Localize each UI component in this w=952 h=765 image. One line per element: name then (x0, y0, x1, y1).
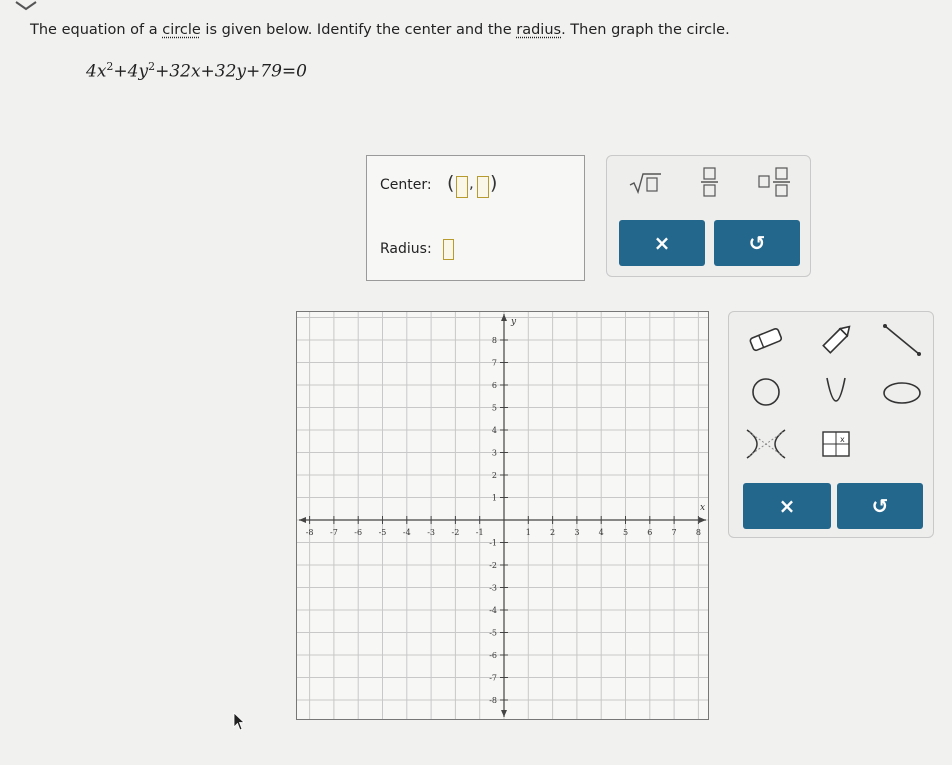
ellipse-icon[interactable] (879, 372, 925, 412)
x-axis-arrow-left (299, 517, 306, 523)
x-tick-label: 5 (623, 528, 628, 537)
y-tick-label: -7 (489, 674, 497, 683)
y-tick-label: 8 (492, 336, 497, 345)
undo-icon: ↺ (871, 494, 889, 518)
x-tick-label: 7 (672, 528, 677, 537)
circle-icon[interactable] (743, 372, 789, 412)
svg-text:x: x (840, 435, 845, 444)
x-tick-label: 6 (647, 528, 652, 537)
x-tick-label: -8 (306, 528, 314, 537)
prompt-text-end: . Then graph the circle. (561, 22, 730, 38)
y-tick-label: 2 (492, 471, 497, 480)
y-tick-label: 6 (492, 381, 497, 390)
x-tick-label: -3 (427, 528, 435, 537)
y-tick-label: 1 (492, 494, 497, 503)
y-axis-label: y (510, 317, 517, 327)
y-tick-label: -8 (489, 696, 497, 705)
mixed-number-icon[interactable] (757, 166, 793, 198)
mouse-cursor-icon (233, 712, 246, 731)
y-tick-label: 4 (492, 426, 497, 435)
radius-input[interactable] (443, 239, 454, 260)
clear-button[interactable]: × (619, 220, 705, 266)
x-tick-label: -6 (354, 528, 362, 537)
x-tick-label: -7 (330, 528, 338, 537)
parabola-icon[interactable] (813, 372, 859, 412)
y-axis-arrow-down (501, 710, 507, 717)
center-label: Center: (380, 177, 432, 193)
coordinate-grid[interactable]: -8 -7 -6 -5 -4 -3 -2 -1 1 2 3 4 5 6 7 8 8 7 6 5 4 3 2 1 -1 -2 -3 -4… (296, 311, 709, 720)
grid-canvas[interactable]: -8 -7 -6 -5 -4 -3 -2 -1 1 2 3 4 5 6 7 8 8 7 6 5 4 3 2 1 -1 -2 -3 -4… (297, 312, 708, 719)
x-tick-label: -4 (403, 528, 411, 537)
x-axis-label: x (700, 503, 705, 513)
x-tick-label: -5 (379, 528, 387, 537)
glossary-link-circle[interactable]: circle (162, 22, 201, 38)
eq-rest: +32x+32y+79=0 (155, 61, 307, 82)
math-toolbar: × ↺ (606, 155, 811, 277)
close-paren: ) (490, 172, 498, 194)
answer-box: Center: ( , ) Radius: (366, 155, 585, 281)
chevron-down-icon[interactable] (6, 0, 46, 14)
pencil-icon[interactable] (813, 320, 859, 360)
clear-icon: × (778, 494, 796, 518)
line-icon[interactable] (879, 320, 925, 360)
eraser-icon[interactable] (743, 320, 789, 360)
points-table-icon[interactable]: x (813, 424, 859, 464)
undo-icon: ↺ (748, 231, 766, 255)
y-tick-label: -4 (489, 606, 497, 615)
x-tick-label: 4 (599, 528, 604, 537)
center-y-input[interactable] (477, 176, 489, 198)
x-tick-label: -2 (452, 528, 460, 537)
hyperbola-icon[interactable] (743, 424, 789, 464)
x-tick-label: 1 (526, 528, 531, 537)
x-tick-label: 2 (550, 528, 555, 537)
x-axis-arrow-right (699, 517, 706, 523)
y-tick-label: 5 (492, 404, 497, 413)
y-tick-label: -6 (489, 651, 497, 660)
y-tick-label: -2 (489, 561, 497, 570)
y-tick-label: -1 (489, 539, 497, 548)
radius-label: Radius: (380, 241, 432, 257)
x-tick-label: 8 (696, 528, 701, 537)
prompt-text-middle: is given below. Identify the center and … (200, 22, 517, 38)
y-tick-label: 7 (492, 359, 497, 368)
center-x-input[interactable] (456, 176, 468, 198)
x-tick-label: -1 (476, 528, 484, 537)
glossary-link-radius[interactable]: radius (516, 22, 561, 38)
sqrt-icon[interactable] (627, 170, 663, 196)
open-paren: ( (447, 172, 455, 194)
y-tick-label: -5 (489, 629, 497, 638)
question-prompt: The equation of a circle is given below.… (30, 22, 730, 38)
y-tick-label: -3 (489, 584, 497, 593)
graph-clear-button[interactable]: × (743, 483, 831, 529)
graph-undo-button[interactable]: ↺ (837, 483, 923, 529)
undo-button[interactable]: ↺ (714, 220, 800, 266)
x-tick-label: 3 (574, 528, 579, 537)
prompt-text-start: The equation of a (30, 22, 163, 38)
clear-icon: × (653, 231, 671, 255)
eq-term-y: +4y (113, 61, 149, 82)
y-tick-label: 3 (492, 449, 497, 458)
fraction-icon[interactable] (699, 166, 721, 198)
comma: , (469, 174, 474, 192)
eq-term-x: 4x (86, 61, 107, 82)
graph-tools-panel: x × ↺ (728, 311, 934, 538)
circle-equation: 4x2+4y2+32x+32y+79=0 (86, 60, 307, 82)
